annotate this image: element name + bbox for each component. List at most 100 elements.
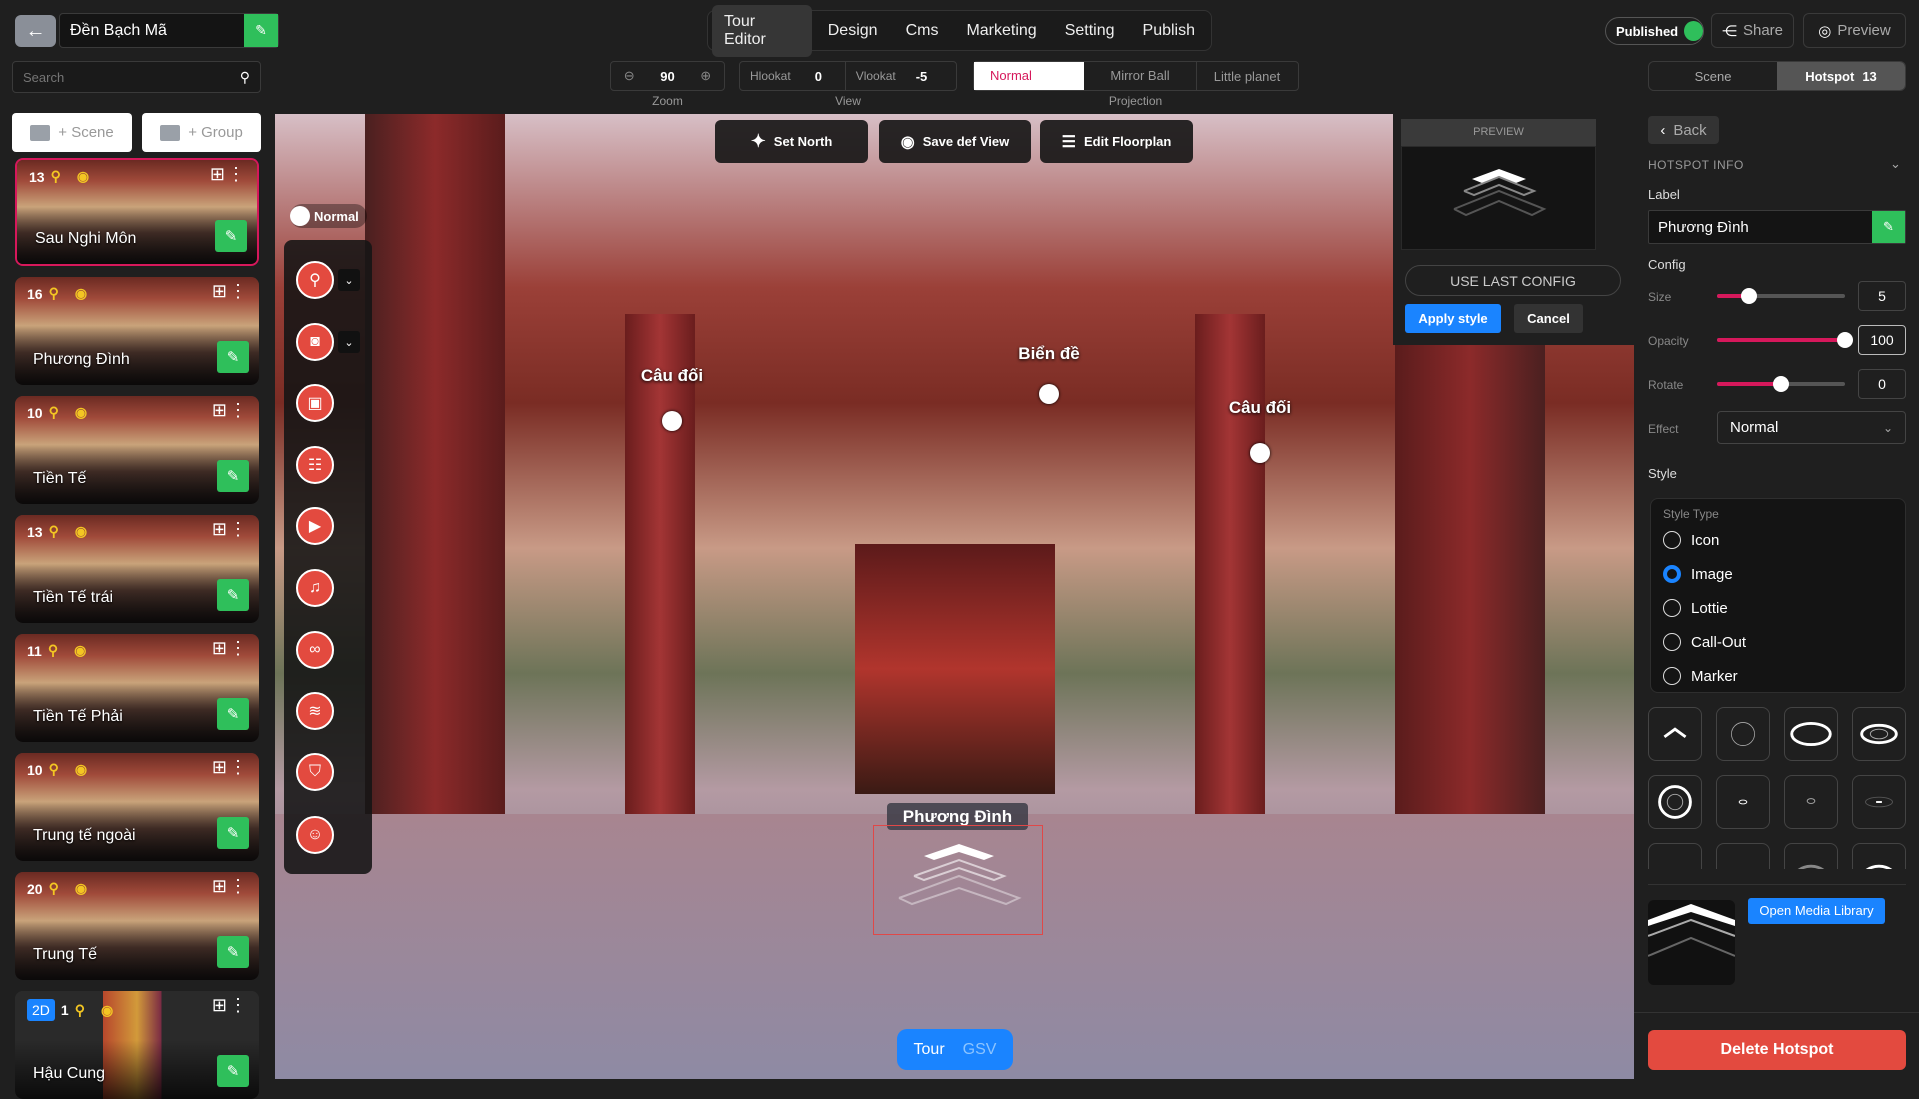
tab-marketing[interactable]: Marketing xyxy=(954,14,1048,48)
tab-publish[interactable]: Publish xyxy=(1131,14,1207,48)
hotspot-label[interactable]: Câu đối xyxy=(641,366,703,386)
projection-mirror-ball[interactable]: Mirror Ball xyxy=(1084,62,1197,90)
search-field[interactable]: ⚲ xyxy=(12,61,261,93)
video-tool-button[interactable]: ▶ xyxy=(296,507,334,545)
style-type-icon[interactable]: Icon xyxy=(1663,523,1893,557)
tour-title-field[interactable]: Đền Bạch Mã ✎ xyxy=(59,13,279,48)
add-to-group-icon[interactable]: ⊞ xyxy=(212,995,227,1016)
edit-scene-button[interactable]: ✎ xyxy=(217,698,249,730)
more-options-icon[interactable]: ⋮ xyxy=(229,757,247,778)
eye-icon[interactable]: ◉ xyxy=(75,285,87,302)
more-options-icon[interactable]: ⋮ xyxy=(229,281,247,302)
more-options-icon[interactable]: ⋮ xyxy=(229,638,247,659)
style-image-option[interactable] xyxy=(1784,707,1838,761)
style-type-call-out[interactable]: Call-Out xyxy=(1663,625,1893,659)
share-button[interactable]: ⋲ Share xyxy=(1711,13,1794,48)
label-field[interactable]: Phương Đình ✎ xyxy=(1648,210,1906,244)
zoom-value[interactable]: 90 xyxy=(660,69,674,84)
projection-little-planet[interactable]: Little planet xyxy=(1197,69,1297,84)
back-button[interactable]: ‹ Back xyxy=(1648,116,1719,144)
tab-design[interactable]: Design xyxy=(816,14,890,48)
eye-icon[interactable]: ◉ xyxy=(75,523,87,540)
radio-button[interactable] xyxy=(1663,531,1681,549)
scene-card[interactable]: 10 ⚲ ◉ ⊞ ⋮ Trung tế ngoài ✎ xyxy=(15,753,259,861)
hotspot-label[interactable]: Câu đối xyxy=(1229,398,1291,418)
photo-dropdown-button[interactable]: ⌄ xyxy=(338,331,360,353)
scene-card[interactable]: 10 ⚲ ◉ ⊞ ⋮ Tiền Tế ✎ xyxy=(15,396,259,504)
selected-hotspot[interactable] xyxy=(873,825,1043,935)
shirt-tool-button[interactable]: ⛉ xyxy=(296,753,334,791)
style-image-option[interactable] xyxy=(1784,843,1838,869)
style-type-lottie[interactable]: Lottie xyxy=(1663,591,1893,625)
article-tool-button[interactable]: ☷ xyxy=(296,446,334,484)
add-to-group-icon[interactable]: ⊞ xyxy=(212,400,227,421)
tab-setting[interactable]: Setting xyxy=(1053,14,1127,48)
style-image-option[interactable] xyxy=(1648,843,1702,869)
add-to-group-icon[interactable]: ⊞ xyxy=(212,757,227,778)
point-tool-button[interactable]: ⚲ xyxy=(296,261,334,299)
more-options-icon[interactable]: ⋮ xyxy=(229,876,247,897)
link-tool-button[interactable]: ∞ xyxy=(296,631,334,669)
more-options-icon[interactable]: ⋮ xyxy=(227,164,245,185)
style-image-option[interactable] xyxy=(1648,775,1702,829)
opacity-slider[interactable] xyxy=(1717,332,1853,348)
slider-handle[interactable] xyxy=(1741,288,1757,304)
projection-normal[interactable]: Normal xyxy=(974,62,1084,90)
add-to-group-icon[interactable]: ⊞ xyxy=(212,876,227,897)
rotate-input[interactable]: 0 xyxy=(1858,369,1906,399)
add-to-group-icon[interactable]: ⊞ xyxy=(210,164,225,185)
edit-title-button[interactable]: ✎ xyxy=(244,14,278,47)
radio-button[interactable] xyxy=(1663,599,1681,617)
scene-card[interactable]: 2D 1 ⚲ ◉ ⊞ ⋮ Hậu Cung ✎ xyxy=(15,991,259,1099)
eye-icon[interactable]: ◉ xyxy=(75,880,87,897)
hotspot-label[interactable]: Biển đề xyxy=(1018,344,1079,364)
radio-button[interactable] xyxy=(1663,565,1681,583)
music-tool-button[interactable]: ♫ xyxy=(296,569,334,607)
tab-tour-editor[interactable]: Tour Editor xyxy=(712,4,812,57)
hotspot-marker[interactable] xyxy=(662,411,682,431)
slider-handle[interactable] xyxy=(1773,376,1789,392)
radio-button[interactable] xyxy=(1663,667,1681,685)
save-view-button[interactable]: ◉ Save def View xyxy=(879,120,1031,163)
edit-label-button[interactable]: ✎ xyxy=(1872,211,1905,243)
scene-card[interactable]: 11 ⚲ ◉ ⊞ ⋮ Tiền Tế Phải ✎ xyxy=(15,634,259,742)
scene-card[interactable]: 20 ⚲ ◉ ⊞ ⋮ Trung Tế ✎ xyxy=(15,872,259,980)
style-type-marker[interactable]: Marker xyxy=(1663,659,1893,693)
add-to-group-icon[interactable]: ⊞ xyxy=(212,519,227,540)
collapse-icon[interactable]: ⌄ xyxy=(1890,156,1901,172)
use-last-config-button[interactable]: USE LAST CONFIG xyxy=(1405,265,1621,296)
edit-scene-button[interactable]: ✎ xyxy=(215,220,247,252)
cancel-button[interactable]: Cancel xyxy=(1514,304,1583,333)
back-button[interactable]: ← xyxy=(15,15,56,47)
eye-icon[interactable]: ◉ xyxy=(75,404,87,421)
open-media-library-button[interactable]: Open Media Library xyxy=(1748,898,1885,924)
add-group-button[interactable]: + Group xyxy=(142,113,261,152)
edit-scene-button[interactable]: ✎ xyxy=(217,341,249,373)
point-dropdown-button[interactable]: ⌄ xyxy=(338,269,360,291)
tab-scene[interactable]: Scene xyxy=(1649,69,1777,84)
gallery-tool-button[interactable]: ▣ xyxy=(296,384,334,422)
edit-scene-button[interactable]: ✎ xyxy=(217,817,249,849)
search-input[interactable] xyxy=(23,69,223,85)
style-image-option[interactable] xyxy=(1716,707,1770,761)
layers-tool-button[interactable]: ≋ xyxy=(296,692,334,730)
opacity-input[interactable]: 100 xyxy=(1858,325,1906,355)
tab-hotspot[interactable]: Hotspot 13 xyxy=(1777,62,1905,90)
scene-card[interactable]: 16 ⚲ ◉ ⊞ ⋮ Phương Đình ✎ xyxy=(15,277,259,385)
zoom-in-icon[interactable]: ⊕ xyxy=(700,68,711,84)
edit-scene-button[interactable]: ✎ xyxy=(217,460,249,492)
eye-icon[interactable]: ◉ xyxy=(77,168,89,185)
published-toggle[interactable]: Published xyxy=(1605,17,1704,45)
person-tool-button[interactable]: ☺ xyxy=(296,816,334,854)
tour-option[interactable]: Tour xyxy=(914,1041,945,1059)
photo-tool-button[interactable]: ◙ xyxy=(296,323,334,361)
scene-card[interactable]: 13 ⚲ ◉ ⊞ ⋮ Sau Nghi Môn ✎ xyxy=(15,158,259,266)
zoom-out-icon[interactable]: ⊖ xyxy=(624,68,635,84)
edit-scene-button[interactable]: ✎ xyxy=(217,1055,249,1087)
hotspot-marker[interactable] xyxy=(1039,384,1059,404)
tab-cms[interactable]: Cms xyxy=(894,14,951,48)
eye-icon[interactable]: ◉ xyxy=(101,1002,113,1019)
slider-handle[interactable] xyxy=(1837,332,1853,348)
rotate-slider[interactable] xyxy=(1717,376,1845,392)
mode-toggle[interactable]: Normal xyxy=(290,204,367,228)
